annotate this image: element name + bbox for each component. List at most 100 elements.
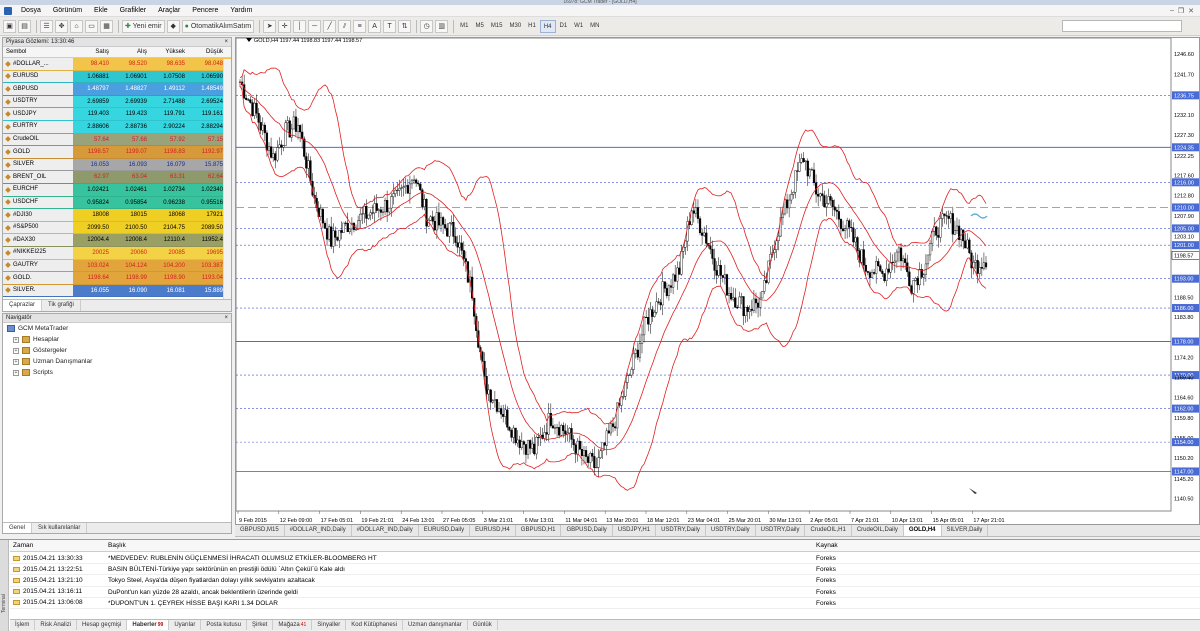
label-icon[interactable]: T (383, 19, 397, 33)
menu-charts[interactable]: Grafikler (114, 5, 152, 17)
price-chart[interactable]: 1246.60 1241.70 1236.75 1232.10 1227.30 1224.… (235, 37, 1200, 525)
navigator-root[interactable]: GCM MetaTrader (3, 323, 231, 334)
col-ask[interactable]: Alış (111, 47, 149, 57)
arrows-icon[interactable]: ⇅ (398, 19, 412, 33)
period-icon[interactable]: ◷ (420, 19, 434, 33)
timeframe-w1[interactable]: W1 (571, 20, 586, 33)
market-row[interactable]: BRENT_OIL 62.97 63.04 63.31 62.64 (3, 171, 231, 184)
timeframe-d1[interactable]: D1 (557, 20, 571, 33)
terminal-tab[interactable]: Posta kutusu (201, 620, 248, 630)
chart-tab[interactable]: USDTRY,Daily (756, 525, 806, 536)
market-row[interactable]: USDCHF 0.95824 0.95854 0.96238 0.95516 (3, 196, 231, 210)
timeframe-mn[interactable]: MN (587, 20, 602, 33)
tab-symbols[interactable]: Çaprazlar (3, 300, 43, 311)
terminal-tab[interactable]: Uyarılar (169, 620, 202, 630)
horizontal-line-icon[interactable]: ─ (308, 19, 322, 33)
col-bid[interactable]: Satış (73, 47, 111, 57)
news-row[interactable]: 2015.04.21 13:30:33 *MEDVEDEV: RUBLENİN G… (10, 553, 1200, 565)
market-row[interactable]: #DJI30 18008 18015 18068 17921 (3, 209, 231, 222)
terminal-tab[interactable]: Günlük (468, 620, 498, 630)
chart-tab[interactable]: CrudeOIL,H1 (805, 525, 852, 536)
chart-tab[interactable]: USDJPY,H1 (613, 525, 657, 536)
chart-tab[interactable]: EURUSD,H4 (470, 525, 516, 536)
terminal-tab[interactable]: İşlem (10, 620, 36, 630)
close-icon[interactable]: × (224, 314, 228, 323)
col-high[interactable]: Yüksek (149, 47, 187, 57)
timeframe-m30[interactable]: M30 (506, 20, 524, 33)
chart-tab[interactable]: USDTRY,Daily (656, 525, 706, 536)
market-row[interactable]: USDTRY 2.69859 2.69939 2.71488 2.69524 (3, 95, 231, 109)
chart-tab[interactable]: GBPUSD,Daily (561, 525, 613, 536)
minimize-icon[interactable]: – (1170, 7, 1174, 15)
col-low[interactable]: Düşük (187, 47, 225, 57)
market-row[interactable]: EURTRY 2.88606 2.88736 2.90224 2.88294 (3, 120, 231, 134)
market-row[interactable]: #DAX30 12004.4 12008.4 12110.4 11952.4 (3, 234, 231, 247)
timeframe-h1[interactable]: H1 (525, 20, 539, 33)
news-row[interactable]: 2015.04.21 13:16:11 DuPont'un karı yüzde … (10, 587, 1200, 598)
terminal-tab[interactable]: Şirket (247, 620, 274, 630)
close-icon[interactable]: ✕ (1188, 7, 1194, 15)
market-row[interactable]: GOLD. 1198.64 1198.99 1198.90 1193.04 (3, 272, 231, 285)
navigator-item-scripts[interactable]: + Scripts (3, 367, 231, 378)
chart-tab[interactable]: GOLD,H4 (903, 525, 942, 536)
new-chart-icon[interactable]: ▣ (3, 19, 16, 33)
tab-favorites[interactable]: Sık kullanılanlar (32, 523, 88, 533)
crosshair-icon[interactable]: ✛ (278, 19, 292, 33)
profiles-icon[interactable]: ▤ (18, 19, 31, 33)
tester-icon[interactable]: ▦ (100, 19, 113, 33)
timeframe-m15[interactable]: M15 (488, 20, 506, 33)
market-watch-icon[interactable]: ☰ (40, 19, 53, 33)
chart-canvas[interactable]: 1246.60 1241.70 1236.75 1232.10 1227.30 1224.… (236, 38, 1200, 525)
terminal-tab[interactable]: Uzman danışmanlar (403, 620, 468, 630)
expand-icon[interactable]: + (13, 358, 19, 365)
market-row[interactable]: GAUTRY 103.024 104.124 104.200 103.387 (3, 259, 231, 273)
menu-tools[interactable]: Araçlar (152, 5, 186, 17)
news-row[interactable]: 2015.04.21 13:06:08 *DUPONT'UN 1. ÇEYREK … (10, 598, 1200, 609)
chart-menu-arrow-icon[interactable] (246, 38, 252, 42)
menu-window[interactable]: Pencere (186, 5, 224, 17)
market-row[interactable]: EURUSD 1.06881 1.06901 1.07508 1.06590 (3, 70, 231, 84)
terminal-tab[interactable]: Kod Kütüphanesi (346, 620, 403, 630)
navigator-item-accounts[interactable]: + Hesaplar (3, 334, 231, 345)
chart-tab[interactable]: USDTRY,Daily (706, 525, 756, 536)
chart-tab[interactable]: #DOLLAR_IND,Daily (285, 525, 352, 536)
text-icon[interactable]: A (368, 19, 382, 33)
menu-file[interactable]: Dosya (15, 5, 47, 17)
chart-tab[interactable]: #DOLLAR_IND,Daily (352, 525, 419, 536)
expand-icon[interactable]: + (13, 369, 19, 376)
terminal-tab[interactable]: Hesap geçmişi (77, 620, 128, 630)
col-time[interactable]: Zaman (10, 540, 105, 551)
menu-view[interactable]: Görünüm (47, 5, 88, 17)
restore-icon[interactable]: ❐ (1178, 7, 1184, 15)
close-icon[interactable]: × (224, 38, 228, 47)
new-order-button[interactable]: ✚ Yeni emir (122, 19, 165, 33)
cursor-icon[interactable]: ➤ (263, 19, 277, 33)
search-input[interactable] (1062, 20, 1182, 32)
timeframe-h4[interactable]: H4 (539, 19, 556, 33)
terminal-tab[interactable]: Mağaza41 (273, 620, 313, 630)
menu-insert[interactable]: Ekle (88, 5, 114, 17)
market-row[interactable]: EURCHF 1.02421 1.02461 1.02734 1.02340 (3, 183, 231, 197)
navigator-item-indicators[interactable]: + Göstergeler (3, 345, 231, 356)
terminal-tab[interactable]: Sinyaller (312, 620, 347, 630)
market-row[interactable]: GBPUSD 1.48797 1.48827 1.49112 1.48549 (3, 83, 231, 96)
templates-icon[interactable]: ▥ (435, 19, 449, 33)
tab-tick-chart[interactable]: Tik grafiği (42, 300, 81, 311)
chart-tab[interactable]: SILVER,Daily (942, 525, 989, 536)
news-row[interactable]: 2015.04.21 13:21:10 Tokyo Steel, Asya'da … (10, 575, 1200, 587)
channel-icon[interactable]: ⫽ (338, 19, 352, 33)
market-row[interactable]: USDJPY 119.403 119.423 119.791 119.161 (3, 108, 231, 121)
chart-tab[interactable]: CrudeOIL,Daily (852, 525, 904, 536)
fibonacci-icon[interactable]: ≡ (353, 19, 367, 33)
market-row[interactable]: #NIKKEI225 20025 20060 20085 19695 (3, 246, 231, 260)
col-title[interactable]: Başlık (105, 540, 813, 551)
terminal-tab[interactable]: Haberler99 (127, 620, 170, 630)
trendline-icon[interactable]: ╱ (323, 19, 337, 33)
news-row[interactable]: 2015.04.21 13:22:51 BASIN BÜLTENİ-Türkiye… (10, 564, 1200, 576)
expand-icon[interactable]: + (13, 336, 19, 343)
vertical-line-icon[interactable]: │ (293, 19, 307, 33)
col-symbol[interactable]: Sembol (3, 47, 73, 57)
tab-general[interactable]: Genel (3, 523, 33, 533)
meta-editor-icon[interactable]: ◆ (166, 19, 180, 33)
col-source[interactable]: Kaynak (813, 540, 933, 551)
